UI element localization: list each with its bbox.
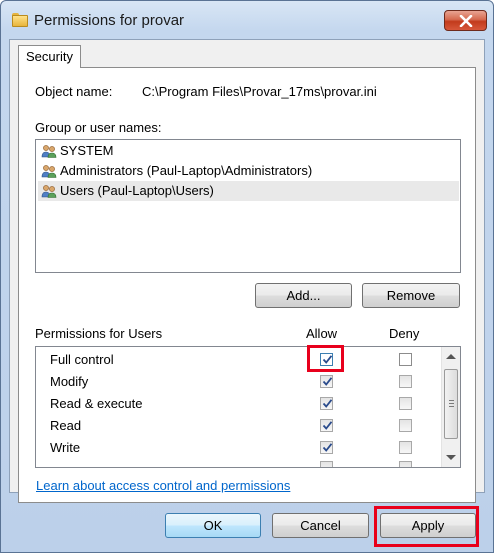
perm-label: Write bbox=[50, 440, 81, 455]
groups-label: Group or user names: bbox=[35, 120, 162, 135]
checkmark-icon bbox=[322, 443, 333, 452]
allow-checkbox bbox=[320, 397, 333, 410]
scroll-up-icon[interactable] bbox=[446, 354, 456, 359]
folder-icon bbox=[12, 13, 28, 27]
users-group-icon bbox=[41, 185, 57, 198]
close-button[interactable] bbox=[444, 10, 487, 31]
object-name-label: Object name: bbox=[35, 84, 113, 99]
group-user-item[interactable]: SYSTEM bbox=[38, 141, 459, 161]
allow-checkbox bbox=[320, 375, 333, 388]
deny-checkbox bbox=[399, 397, 412, 410]
cancel-button[interactable]: Cancel bbox=[272, 513, 369, 538]
permissions-label: Permissions for Users bbox=[35, 326, 163, 341]
deny-checkbox bbox=[399, 375, 412, 388]
perm-row: Modify bbox=[36, 371, 440, 393]
allow-checkbox[interactable] bbox=[320, 353, 333, 366]
scroll-down-icon[interactable] bbox=[446, 455, 456, 460]
perm-label: Read bbox=[50, 418, 82, 433]
add-button[interactable]: Add... bbox=[255, 283, 352, 308]
users-group-icon bbox=[41, 165, 57, 178]
perm-row-partial bbox=[36, 457, 440, 467]
permissions-list: Full control Modify Read & execute Read Writ… bbox=[35, 346, 461, 468]
group-user-label: SYSTEM bbox=[60, 143, 114, 158]
object-name-value: C:\Program Files\Provar_17ms\provar.ini bbox=[142, 84, 377, 99]
deny-header: Deny bbox=[389, 326, 420, 341]
perm-row: Write bbox=[36, 437, 440, 459]
checkmark-icon bbox=[322, 355, 333, 364]
allow-header: Allow bbox=[306, 326, 338, 341]
users-group-icon bbox=[41, 145, 57, 158]
scroll-thumb[interactable] bbox=[444, 369, 458, 439]
close-icon bbox=[459, 15, 473, 27]
perm-row: Full control bbox=[36, 349, 440, 371]
checkmark-icon bbox=[322, 377, 333, 386]
ok-button[interactable]: OK bbox=[165, 513, 261, 538]
perm-row: Read bbox=[36, 415, 440, 437]
group-user-label: Administrators (Paul-Laptop\Administrato… bbox=[60, 163, 313, 178]
partial-allow-checkbox bbox=[320, 461, 333, 467]
window-title: Permissions for provar bbox=[34, 12, 185, 29]
apply-button[interactable]: Apply bbox=[380, 513, 476, 538]
perm-label: Modify bbox=[50, 374, 89, 389]
perm-label: Full control bbox=[50, 352, 114, 367]
group-user-list[interactable]: SYSTEM Administrators (Paul-Laptop\Admini… bbox=[35, 139, 461, 273]
remove-button[interactable]: Remove bbox=[362, 283, 460, 308]
tab-security[interactable]: Security bbox=[18, 45, 81, 68]
perm-row: Read & execute bbox=[36, 393, 440, 415]
partial-deny-checkbox bbox=[399, 461, 412, 467]
group-user-item[interactable]: Users (Paul-Laptop\Users) bbox=[38, 181, 459, 201]
group-user-item[interactable]: Administrators (Paul-Laptop\Administrato… bbox=[38, 161, 459, 181]
access-control-help-link[interactable]: Learn about access control and permissio… bbox=[36, 478, 290, 493]
title-bar[interactable]: Permissions for provar bbox=[1, 1, 493, 41]
checkmark-icon bbox=[322, 399, 333, 408]
perm-label: Read & execute bbox=[50, 396, 143, 411]
deny-checkbox bbox=[399, 441, 412, 454]
deny-checkbox[interactable] bbox=[399, 353, 412, 366]
deny-checkbox bbox=[399, 419, 412, 432]
permissions-scrollbar[interactable] bbox=[441, 347, 460, 467]
tab-security-label: Security bbox=[26, 49, 73, 64]
group-user-label: Users (Paul-Laptop\Users) bbox=[60, 183, 214, 198]
permissions-window: Permissions for provar Security Object n… bbox=[0, 0, 494, 553]
allow-checkbox bbox=[320, 441, 333, 454]
checkmark-icon bbox=[322, 421, 333, 430]
allow-checkbox bbox=[320, 419, 333, 432]
